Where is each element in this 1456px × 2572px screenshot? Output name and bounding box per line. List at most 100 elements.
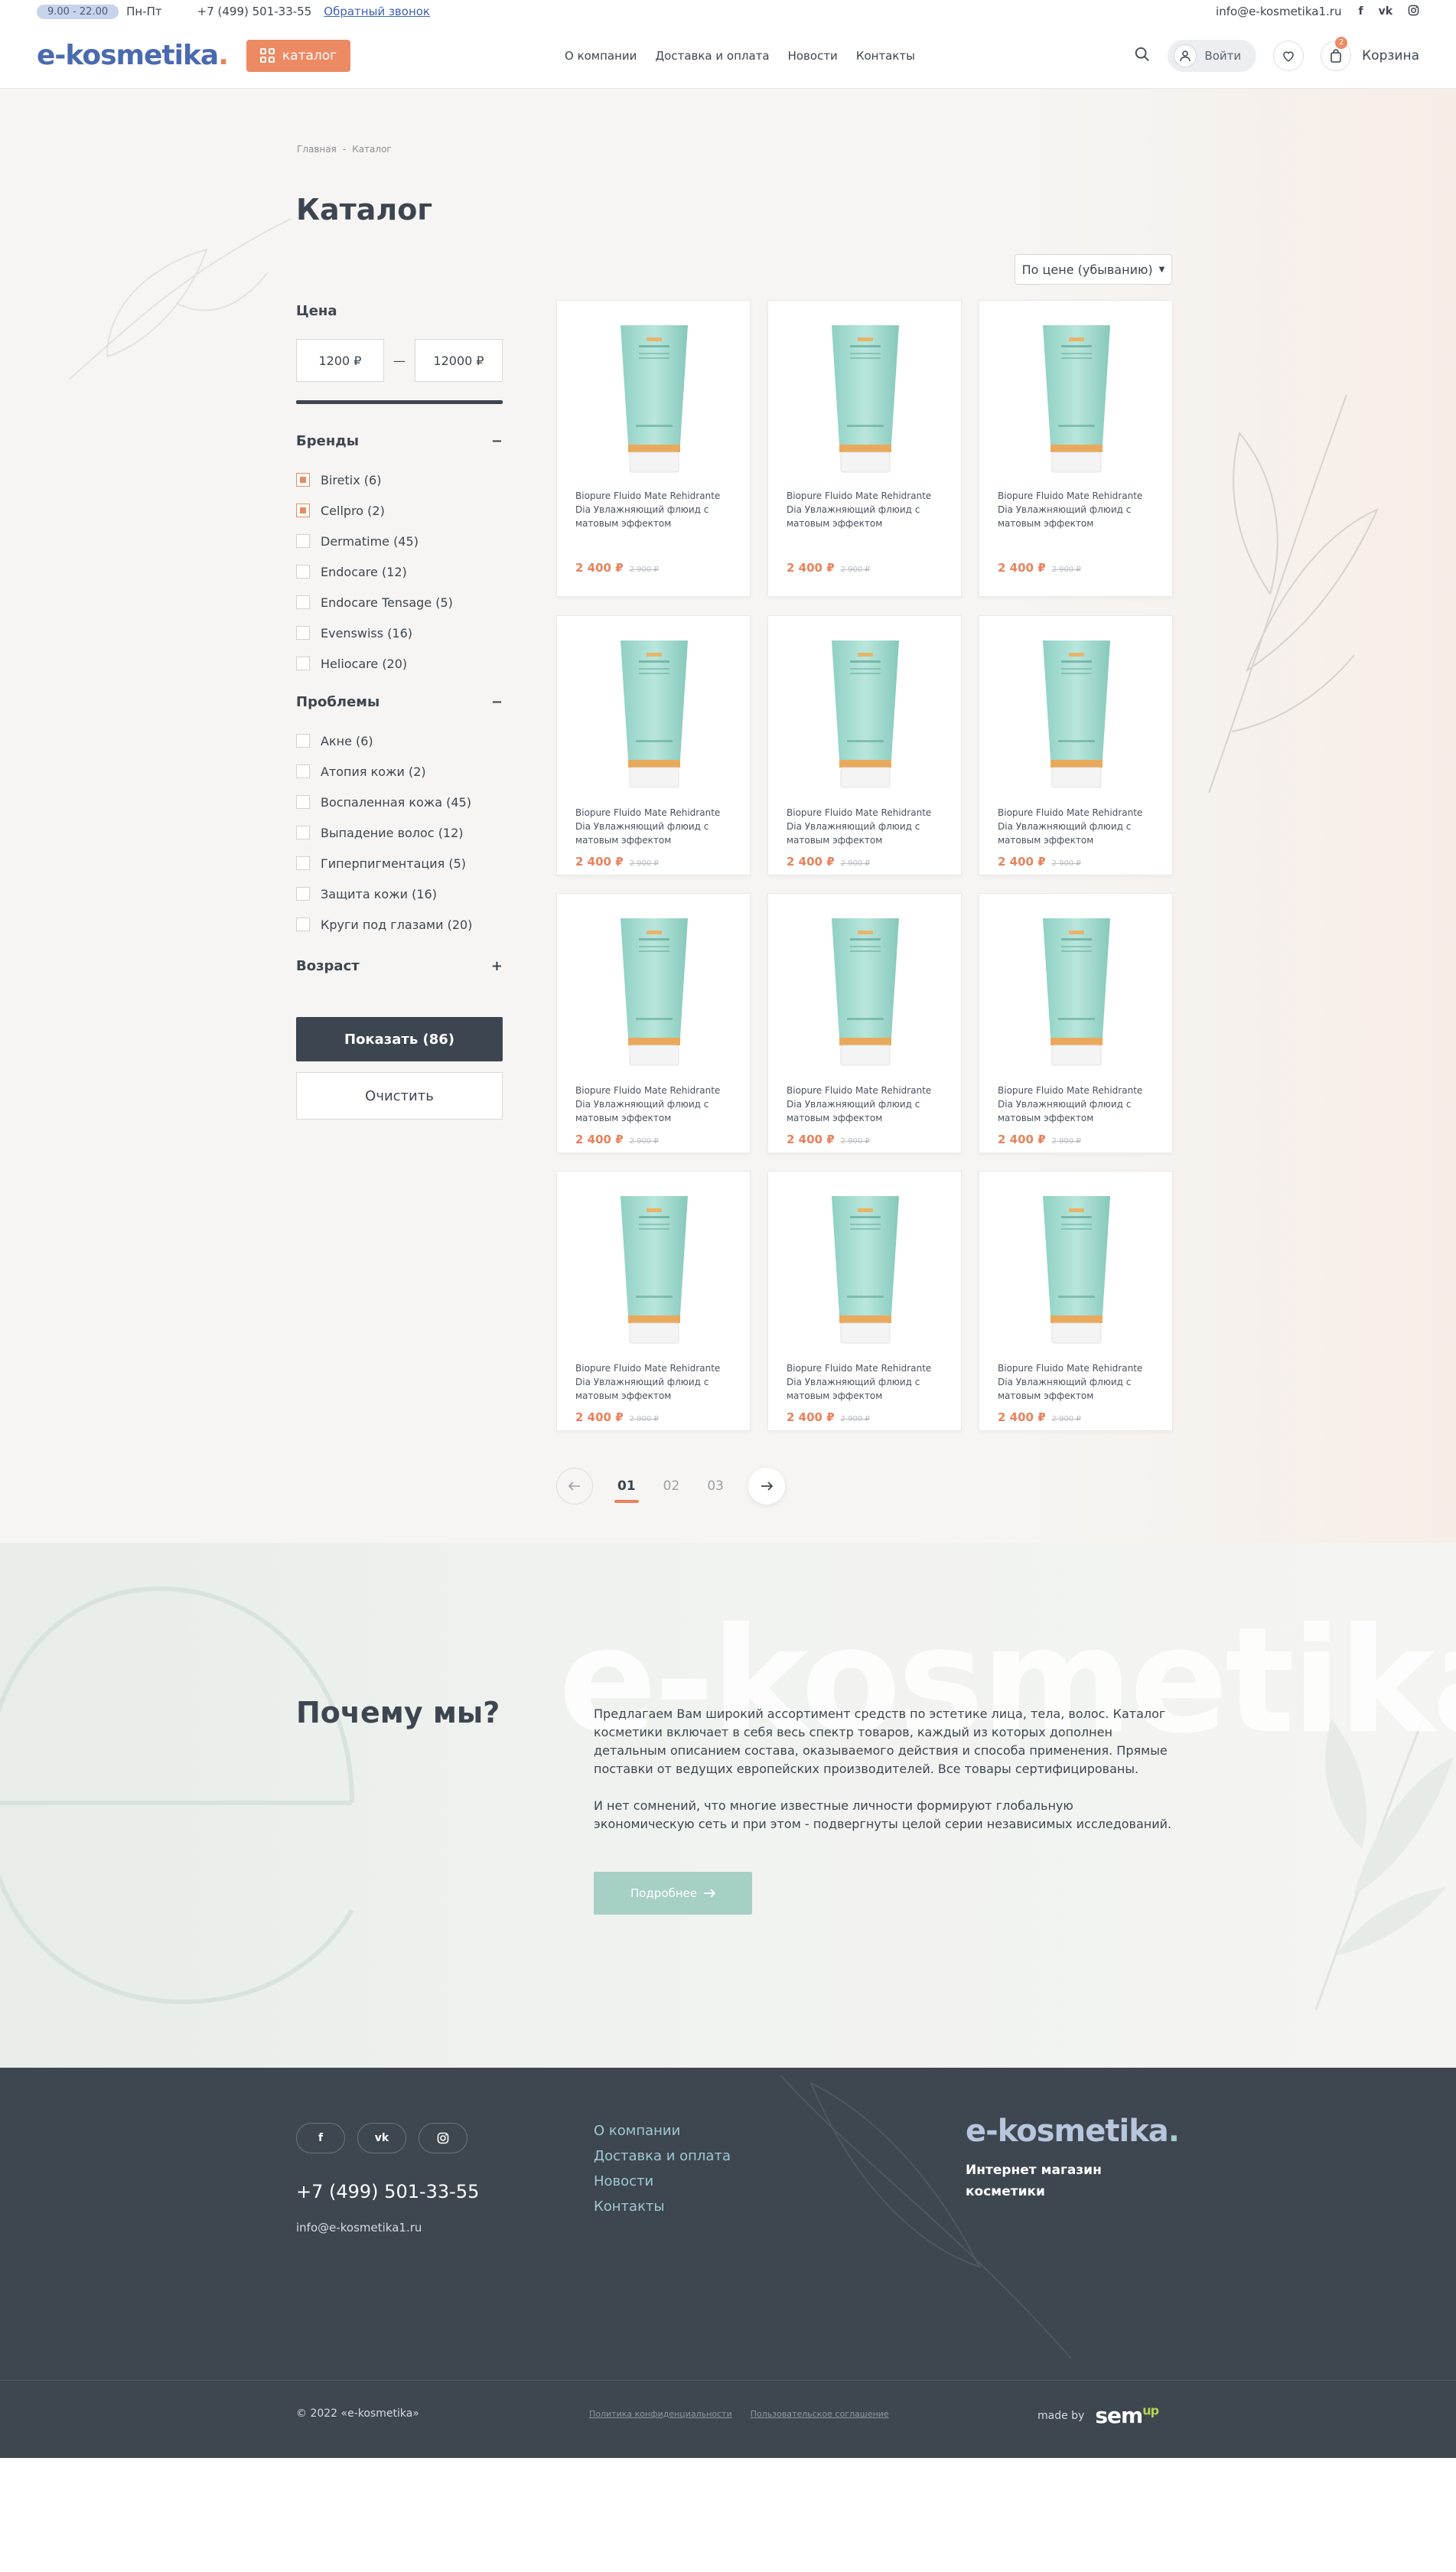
problem-checkbox-dark-circles[interactable]: Круги под глазами (20): [296, 909, 503, 940]
terms-link[interactable]: Пользовательское соглашение: [751, 2409, 889, 2419]
search-icon[interactable]: [1134, 46, 1151, 66]
nav-about[interactable]: О компании: [565, 49, 637, 63]
checkbox[interactable]: [296, 764, 310, 778]
product-card[interactable]: Biopure Fluido Mate Rehidrante Dia Увлаж…: [767, 893, 962, 1153]
checkbox[interactable]: [296, 626, 310, 640]
footer-phone[interactable]: +7 (499) 501-33-55: [296, 2181, 479, 2202]
sort-dropdown[interactable]: По цене (убыванию) ▼: [1015, 254, 1172, 285]
brand-checkbox-endocare[interactable]: Endocare (12): [296, 556, 503, 587]
page-2[interactable]: 02: [660, 1478, 683, 1494]
product-name[interactable]: Biopure Fluido Mate Rehidrante Dia Увлаж…: [787, 806, 947, 847]
footer-nav-delivery[interactable]: Доставка и оплата: [594, 2148, 731, 2164]
privacy-link[interactable]: Политика конфиденциальности: [589, 2409, 732, 2419]
checkbox[interactable]: [296, 595, 310, 609]
checkbox-checked[interactable]: [296, 504, 310, 517]
problem-checkbox-hair-loss[interactable]: Выпадение волос (12): [296, 817, 503, 848]
page-3[interactable]: 03: [704, 1478, 727, 1494]
problem-checkbox-acne[interactable]: Акне (6): [296, 725, 503, 756]
brands-filter-header[interactable]: Бренды −: [296, 433, 503, 449]
product-name[interactable]: Biopure Fluido Mate Rehidrante Dia Увлаж…: [998, 1084, 1158, 1125]
product-card[interactable]: Biopure Fluido Mate Rehidrante Dia Увлаж…: [979, 893, 1173, 1153]
instagram-icon[interactable]: [419, 2123, 467, 2153]
brand-checkbox-evenswiss[interactable]: Evenswiss (16): [296, 618, 503, 648]
brand-checkbox-endocare-tensage[interactable]: Endocare Tensage (5): [296, 587, 503, 618]
nav-news[interactable]: Новости: [788, 49, 838, 63]
collapse-icon[interactable]: −: [491, 433, 503, 449]
problems-filter-header[interactable]: Проблемы −: [296, 694, 503, 710]
checkbox[interactable]: [296, 734, 310, 748]
instagram-icon[interactable]: [1408, 5, 1419, 19]
expand-icon[interactable]: +: [491, 958, 503, 974]
vk-icon[interactable]: vk: [1379, 5, 1392, 18]
price-max-input[interactable]: 12000 ₽: [415, 339, 503, 382]
nav-delivery[interactable]: Доставка и оплата: [655, 49, 769, 63]
site-logo[interactable]: e-kosmetika.: [37, 40, 229, 71]
prev-page-button[interactable]: [556, 1468, 593, 1504]
product-card[interactable]: Biopure Fluido Mate Rehidrante Dia Увлаж…: [767, 1171, 962, 1431]
checkbox[interactable]: [296, 534, 310, 548]
product-card[interactable]: Biopure Fluido Mate Rehidrante Dia Увлаж…: [556, 300, 751, 597]
checkbox[interactable]: [296, 826, 310, 839]
more-button[interactable]: Подробнее: [594, 1872, 752, 1915]
checkbox[interactable]: [296, 657, 310, 670]
price-range-slider[interactable]: [296, 400, 503, 404]
brand-checkbox-biretix[interactable]: Biretix (6): [296, 465, 503, 495]
product-name[interactable]: Biopure Fluido Mate Rehidrante Dia Увлаж…: [998, 806, 1158, 847]
show-results-button[interactable]: Показать (86): [296, 1017, 503, 1061]
product-name[interactable]: Biopure Fluido Mate Rehidrante Dia Увлаж…: [998, 1361, 1158, 1403]
problem-checkbox-inflamed[interactable]: Воспаленная кожа (45): [296, 787, 503, 817]
product-card[interactable]: Biopure Fluido Mate Rehidrante Dia Увлаж…: [767, 300, 962, 597]
product-card[interactable]: Biopure Fluido Mate Rehidrante Dia Увлаж…: [979, 300, 1173, 597]
product-card[interactable]: Biopure Fluido Mate Rehidrante Dia Увлаж…: [556, 615, 751, 875]
product-name[interactable]: Biopure Fluido Mate Rehidrante Dia Увлаж…: [575, 1361, 736, 1403]
facebook-icon[interactable]: f: [296, 2123, 345, 2153]
checkbox[interactable]: [296, 565, 310, 579]
brand-checkbox-cellpro[interactable]: Cellpro (2): [296, 495, 503, 526]
product-card[interactable]: Biopure Fluido Mate Rehidrante Dia Увлаж…: [556, 893, 751, 1153]
price-min-input[interactable]: 1200 ₽: [296, 339, 384, 382]
footer-logo[interactable]: e-kosmetika.: [966, 2114, 1180, 2149]
problem-checkbox-atopy[interactable]: Атопия кожи (2): [296, 756, 503, 787]
product-name[interactable]: Biopure Fluido Mate Rehidrante Dia Увлаж…: [787, 489, 947, 530]
product-card[interactable]: Biopure Fluido Mate Rehidrante Dia Увлаж…: [556, 1171, 751, 1431]
age-filter-header[interactable]: Возраст +: [296, 958, 503, 974]
collapse-icon[interactable]: −: [491, 694, 503, 710]
nav-contacts[interactable]: Контакты: [856, 49, 915, 63]
catalog-button[interactable]: каталог: [246, 39, 351, 72]
top-email-link[interactable]: info@e-kosmetika1.ru: [1216, 5, 1341, 18]
clear-filters-button[interactable]: Очистить: [296, 1072, 503, 1120]
facebook-icon[interactable]: f: [1358, 5, 1363, 18]
brand-checkbox-heliocare[interactable]: Heliocare (20): [296, 648, 503, 679]
checkbox[interactable]: [296, 856, 310, 870]
cart-button[interactable]: 2 Корзина: [1321, 36, 1419, 71]
footer-nav-news[interactable]: Новости: [594, 2173, 731, 2189]
callback-link[interactable]: Обратный звонок: [324, 5, 430, 18]
problem-checkbox-protection[interactable]: Защита кожи (16): [296, 879, 503, 909]
top-phone-link[interactable]: +7 (499) 501-33-55: [197, 5, 312, 18]
product-name[interactable]: Biopure Fluido Mate Rehidrante Dia Увлаж…: [998, 489, 1158, 530]
product-name[interactable]: Biopure Fluido Mate Rehidrante Dia Увлаж…: [787, 1084, 947, 1125]
next-page-button[interactable]: [748, 1468, 785, 1504]
product-name[interactable]: Biopure Fluido Mate Rehidrante Dia Увлаж…: [575, 1084, 736, 1125]
login-button[interactable]: Войти: [1168, 39, 1257, 72]
checkbox[interactable]: [296, 795, 310, 809]
page-1[interactable]: 01: [614, 1478, 639, 1503]
checkbox[interactable]: [296, 918, 310, 931]
product-card[interactable]: Biopure Fluido Mate Rehidrante Dia Увлаж…: [979, 1171, 1173, 1431]
product-name[interactable]: Biopure Fluido Mate Rehidrante Dia Увлаж…: [575, 806, 736, 847]
made-by[interactable]: made by semup: [1037, 2403, 1159, 2428]
footer-nav-about[interactable]: О компании: [594, 2123, 731, 2139]
checkbox-checked[interactable]: [296, 473, 310, 487]
brand-checkbox-dermatime[interactable]: Dermatime (45): [296, 526, 503, 556]
footer-email[interactable]: info@e-kosmetika1.ru: [296, 2221, 422, 2235]
vk-icon[interactable]: vk: [357, 2123, 406, 2153]
problem-checkbox-pigmentation[interactable]: Гиперпигментация (5): [296, 848, 503, 879]
product-card[interactable]: Biopure Fluido Mate Rehidrante Dia Увлаж…: [979, 615, 1173, 875]
favorites-button[interactable]: [1273, 40, 1305, 71]
checkbox[interactable]: [296, 887, 310, 901]
breadcrumb-home[interactable]: Главная: [297, 144, 337, 155]
product-name[interactable]: Biopure Fluido Mate Rehidrante Dia Увлаж…: [575, 489, 736, 530]
product-name[interactable]: Biopure Fluido Mate Rehidrante Dia Увлаж…: [787, 1361, 947, 1403]
footer-nav-contacts[interactable]: Контакты: [594, 2199, 731, 2215]
product-card[interactable]: Biopure Fluido Mate Rehidrante Dia Увлаж…: [767, 615, 962, 875]
